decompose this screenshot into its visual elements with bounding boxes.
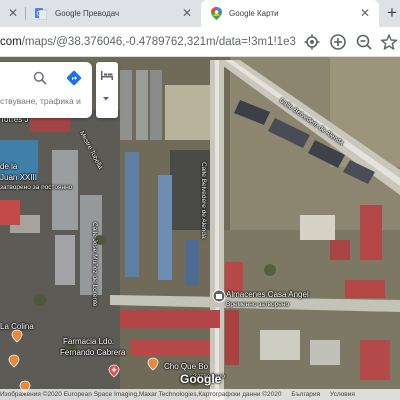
map-label-school-status: затворено за постоянно	[0, 184, 73, 191]
zoom-in-icon[interactable]	[329, 33, 347, 51]
location-target-icon[interactable]	[303, 33, 321, 51]
tab-title: Google Карти	[229, 9, 279, 18]
close-tab-icon[interactable]: ✕	[359, 7, 371, 19]
address-bar[interactable]: com/maps/@38.376046,-0.4789762,321m/data…	[0, 32, 298, 52]
imagery-attribution: Изображения ©2020 European Space Imaging…	[0, 391, 282, 398]
place-pin-icon[interactable]	[7, 354, 21, 368]
tab-strip: ✕ G Google Преводач ✕ Google Карти ✕ +	[0, 0, 400, 27]
search-box[interactable]: ствуване, трафика и	[0, 62, 92, 118]
map-label-street: Calle Jose Muñoz de Lorente	[91, 222, 98, 307]
google-logo: Google	[180, 372, 222, 386]
search-placeholder: ствуване, трафика и	[0, 96, 81, 106]
zoom-out-icon[interactable]	[355, 33, 373, 51]
search-icon[interactable]	[33, 71, 47, 85]
new-tab-button[interactable]: +	[384, 4, 400, 21]
map-label-school: de la	[0, 162, 18, 171]
map-label-pharmacy: Farmacia Ldo.	[63, 337, 115, 346]
chevron-down-icon[interactable]	[101, 95, 111, 103]
bed-icon	[101, 71, 113, 80]
pharmacy-pin-icon[interactable]	[107, 364, 121, 378]
browser-window: ✕ G Google Преводач ✕ Google Карти ✕ + c…	[0, 0, 400, 400]
map-label-pharmacy: Fernando Cabrera	[60, 348, 126, 357]
store-pin-icon[interactable]	[212, 289, 226, 303]
close-tab-icon[interactable]: ✕	[7, 7, 19, 19]
map-attribution-bar: Изображения ©2020 European Space Imaging…	[0, 389, 400, 400]
tab-previous[interactable]: ✕	[0, 0, 27, 27]
map-label-street: Calle Belvedere de Alenda	[200, 162, 207, 239]
map-label-poi-status: Временно затворено	[226, 301, 290, 308]
close-tab-icon[interactable]: ✕	[181, 7, 193, 19]
map-label-poi: Almacenes Casa Angel	[226, 290, 309, 299]
hotels-panel-toggle[interactable]	[96, 62, 118, 118]
place-pin-icon[interactable]	[10, 329, 24, 343]
country-link[interactable]: България	[291, 391, 320, 398]
tab-separator	[25, 7, 26, 20]
directions-icon[interactable]	[66, 70, 82, 86]
map-label-restaurant: Cho Que Bo	[164, 362, 209, 371]
google-maps-icon	[211, 7, 222, 20]
map-label-school: Juan XXIII	[0, 173, 37, 182]
tab-google-maps[interactable]: Google Карти ✕	[201, 0, 379, 27]
terms-link[interactable]: Условия	[330, 391, 355, 398]
tab-google-translate[interactable]: G Google Преводач ✕	[27, 0, 201, 27]
restaurant-pin-icon[interactable]	[146, 357, 160, 371]
tab-title: Google Преводач	[55, 9, 120, 18]
address-toolbar: com/maps/@38.376046,-0.4789762,321m/data…	[0, 27, 400, 57]
svg-text:G: G	[37, 12, 42, 18]
bookmark-star-icon[interactable]	[380, 33, 398, 51]
google-translate-icon: G	[35, 8, 47, 20]
